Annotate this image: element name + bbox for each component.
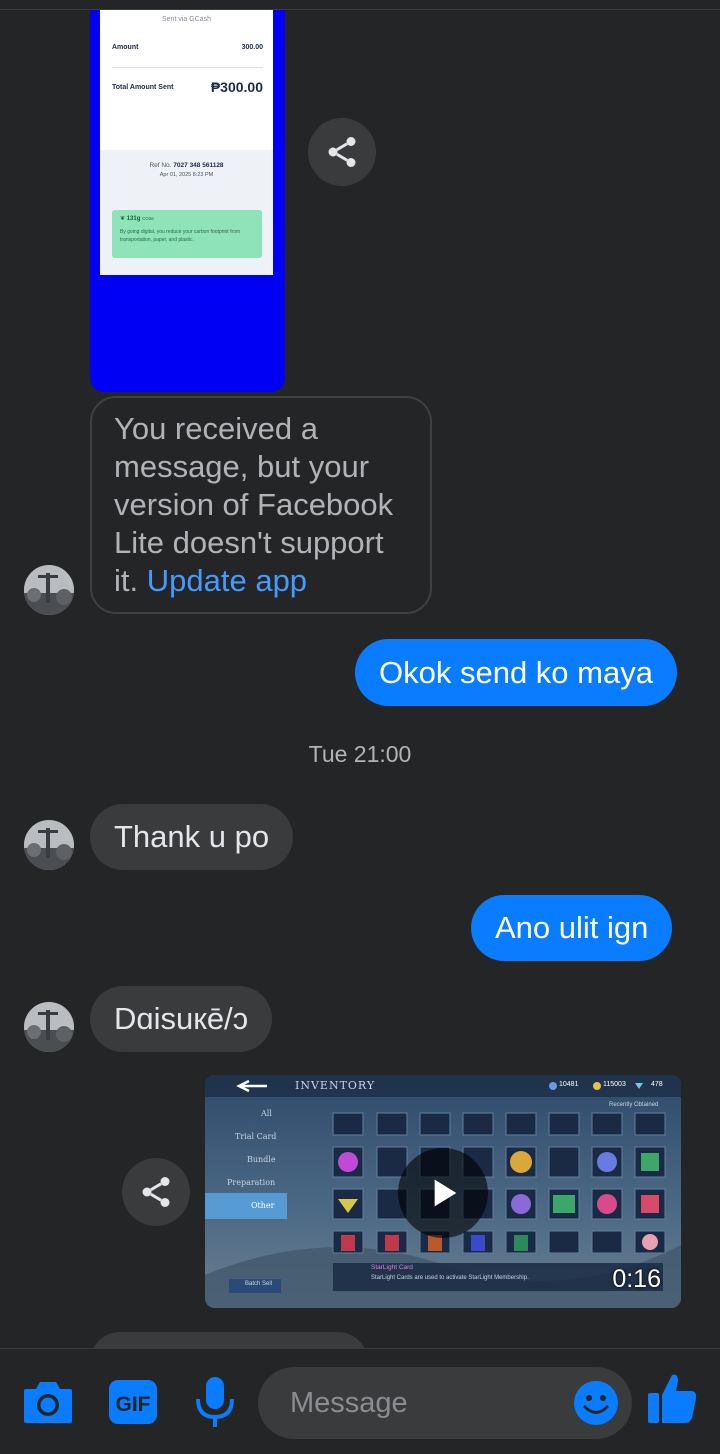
video-tab-other: Other	[251, 1201, 275, 1210]
emoji-button[interactable]	[572, 1379, 620, 1427]
receipt-zigzag-edge	[100, 268, 273, 275]
video-tab-bundle: Bundle	[247, 1155, 276, 1164]
receipt-total-value: ₱300.00	[210, 79, 263, 95]
timestamp: Tue 21:00	[308, 741, 412, 767]
share-button[interactable]	[122, 1158, 190, 1226]
carbon-amount: 131g	[126, 216, 141, 222]
video-batch-sell: Batch Sell	[245, 1281, 273, 1287]
share-icon	[328, 137, 356, 167]
message-input-wrapper	[258, 1367, 632, 1439]
video-tab-all: All	[261, 1109, 272, 1118]
notice-text-wrap: You received a message, but your version…	[114, 410, 408, 600]
carbon-text: By going digital, you reduce your carbon…	[120, 229, 241, 243]
receipt-ref: Ref No. 7027 348 561128	[100, 162, 273, 169]
video-card-title: StarLight Card	[371, 1264, 413, 1271]
camera-icon	[24, 1382, 72, 1423]
play-button[interactable]	[398, 1148, 488, 1238]
video-duration: 0:16	[612, 1265, 661, 1293]
receipt-ref-date: Apr 01, 2025 8:23 PM	[159, 172, 214, 178]
receipt-ref-label: Ref No.	[149, 162, 172, 169]
gif-button[interactable]: GIF	[108, 1379, 158, 1425]
gif-icon: GIF	[109, 1380, 157, 1424]
share-button[interactable]	[308, 118, 376, 186]
leaf-icon: ❦	[120, 216, 126, 222]
avatar[interactable]	[24, 820, 74, 870]
receipt-total-label: Total Amount Sent	[112, 83, 174, 91]
receipt-total-row: Total Amount Sent ₱300.00	[112, 79, 263, 95]
receipt-divider	[112, 67, 263, 68]
top-divider	[0, 0, 720, 10]
video-resource-1: 10481	[559, 1081, 579, 1088]
thumbs-up-icon	[648, 1374, 697, 1423]
like-button[interactable]	[646, 1371, 698, 1425]
receipt-ref-value: 7027 348 561128	[173, 162, 224, 169]
carbon-box: ❦ 131g CO2e By going digital, you reduce…	[112, 210, 262, 258]
play-icon	[434, 1179, 457, 1207]
share-icon	[142, 1177, 170, 1207]
microphone-button[interactable]	[194, 1375, 236, 1429]
video-card-desc: StarLight Cards are used to activate Sta…	[371, 1275, 529, 1281]
unsupported-message-notice: You received a message, but your version…	[90, 396, 432, 614]
receipt-amount-value: 300.00	[241, 44, 263, 51]
avatar-image	[24, 820, 74, 870]
svg-text:GIF: GIF	[116, 1393, 151, 1416]
receipt-footer: Ref No. 7027 348 561128 Apr 01, 2025 8:2…	[100, 150, 273, 275]
video-tab-preparation: Preparation	[227, 1178, 276, 1187]
receipt-amount-row: Amount 300.00	[112, 44, 263, 51]
outgoing-message[interactable]: Ano ulit ign	[471, 895, 673, 961]
avatar[interactable]	[24, 1002, 74, 1052]
camera-button[interactable]	[22, 1379, 74, 1425]
incoming-message[interactable]: Thank u po	[90, 804, 294, 870]
avatar[interactable]	[24, 565, 74, 615]
receipt-paper: Sent via GCash Amount 300.00 Total Amoun…	[100, 10, 273, 275]
incoming-message[interactable]: Dɑisuкē/ɔ	[90, 986, 273, 1052]
carbon-unit: CO2e	[142, 216, 154, 221]
video-resource-3: 478	[651, 1081, 663, 1088]
avatar-image	[24, 565, 74, 615]
avatar-image	[24, 1002, 74, 1052]
message-composer: GIF	[0, 1348, 720, 1454]
receipt-sent-via: Sent via GCash	[161, 16, 212, 23]
receipt-amount-label: Amount	[112, 44, 139, 51]
microphone-icon	[196, 1377, 234, 1427]
receipt-image[interactable]: Sent via GCash Amount 300.00 Total Amoun…	[90, 10, 285, 392]
message-input[interactable]	[290, 1383, 560, 1423]
emoji-icon	[574, 1381, 618, 1425]
outgoing-message[interactable]: Okok send ko maya	[355, 639, 677, 706]
update-app-link[interactable]: Update app	[147, 563, 307, 598]
video-inventory-title: INVENTORY	[295, 1079, 376, 1092]
video-recently-obtained: Recently Obtained	[609, 1102, 659, 1108]
video-resource-2: 115003	[603, 1081, 626, 1088]
video-message[interactable]: INVENTORY 10481 115003 478 Recently Obta…	[205, 1075, 681, 1308]
carbon-value: ❦ 131g CO2e	[120, 215, 254, 222]
video-tab-trial-card: Trial Card	[235, 1132, 277, 1141]
